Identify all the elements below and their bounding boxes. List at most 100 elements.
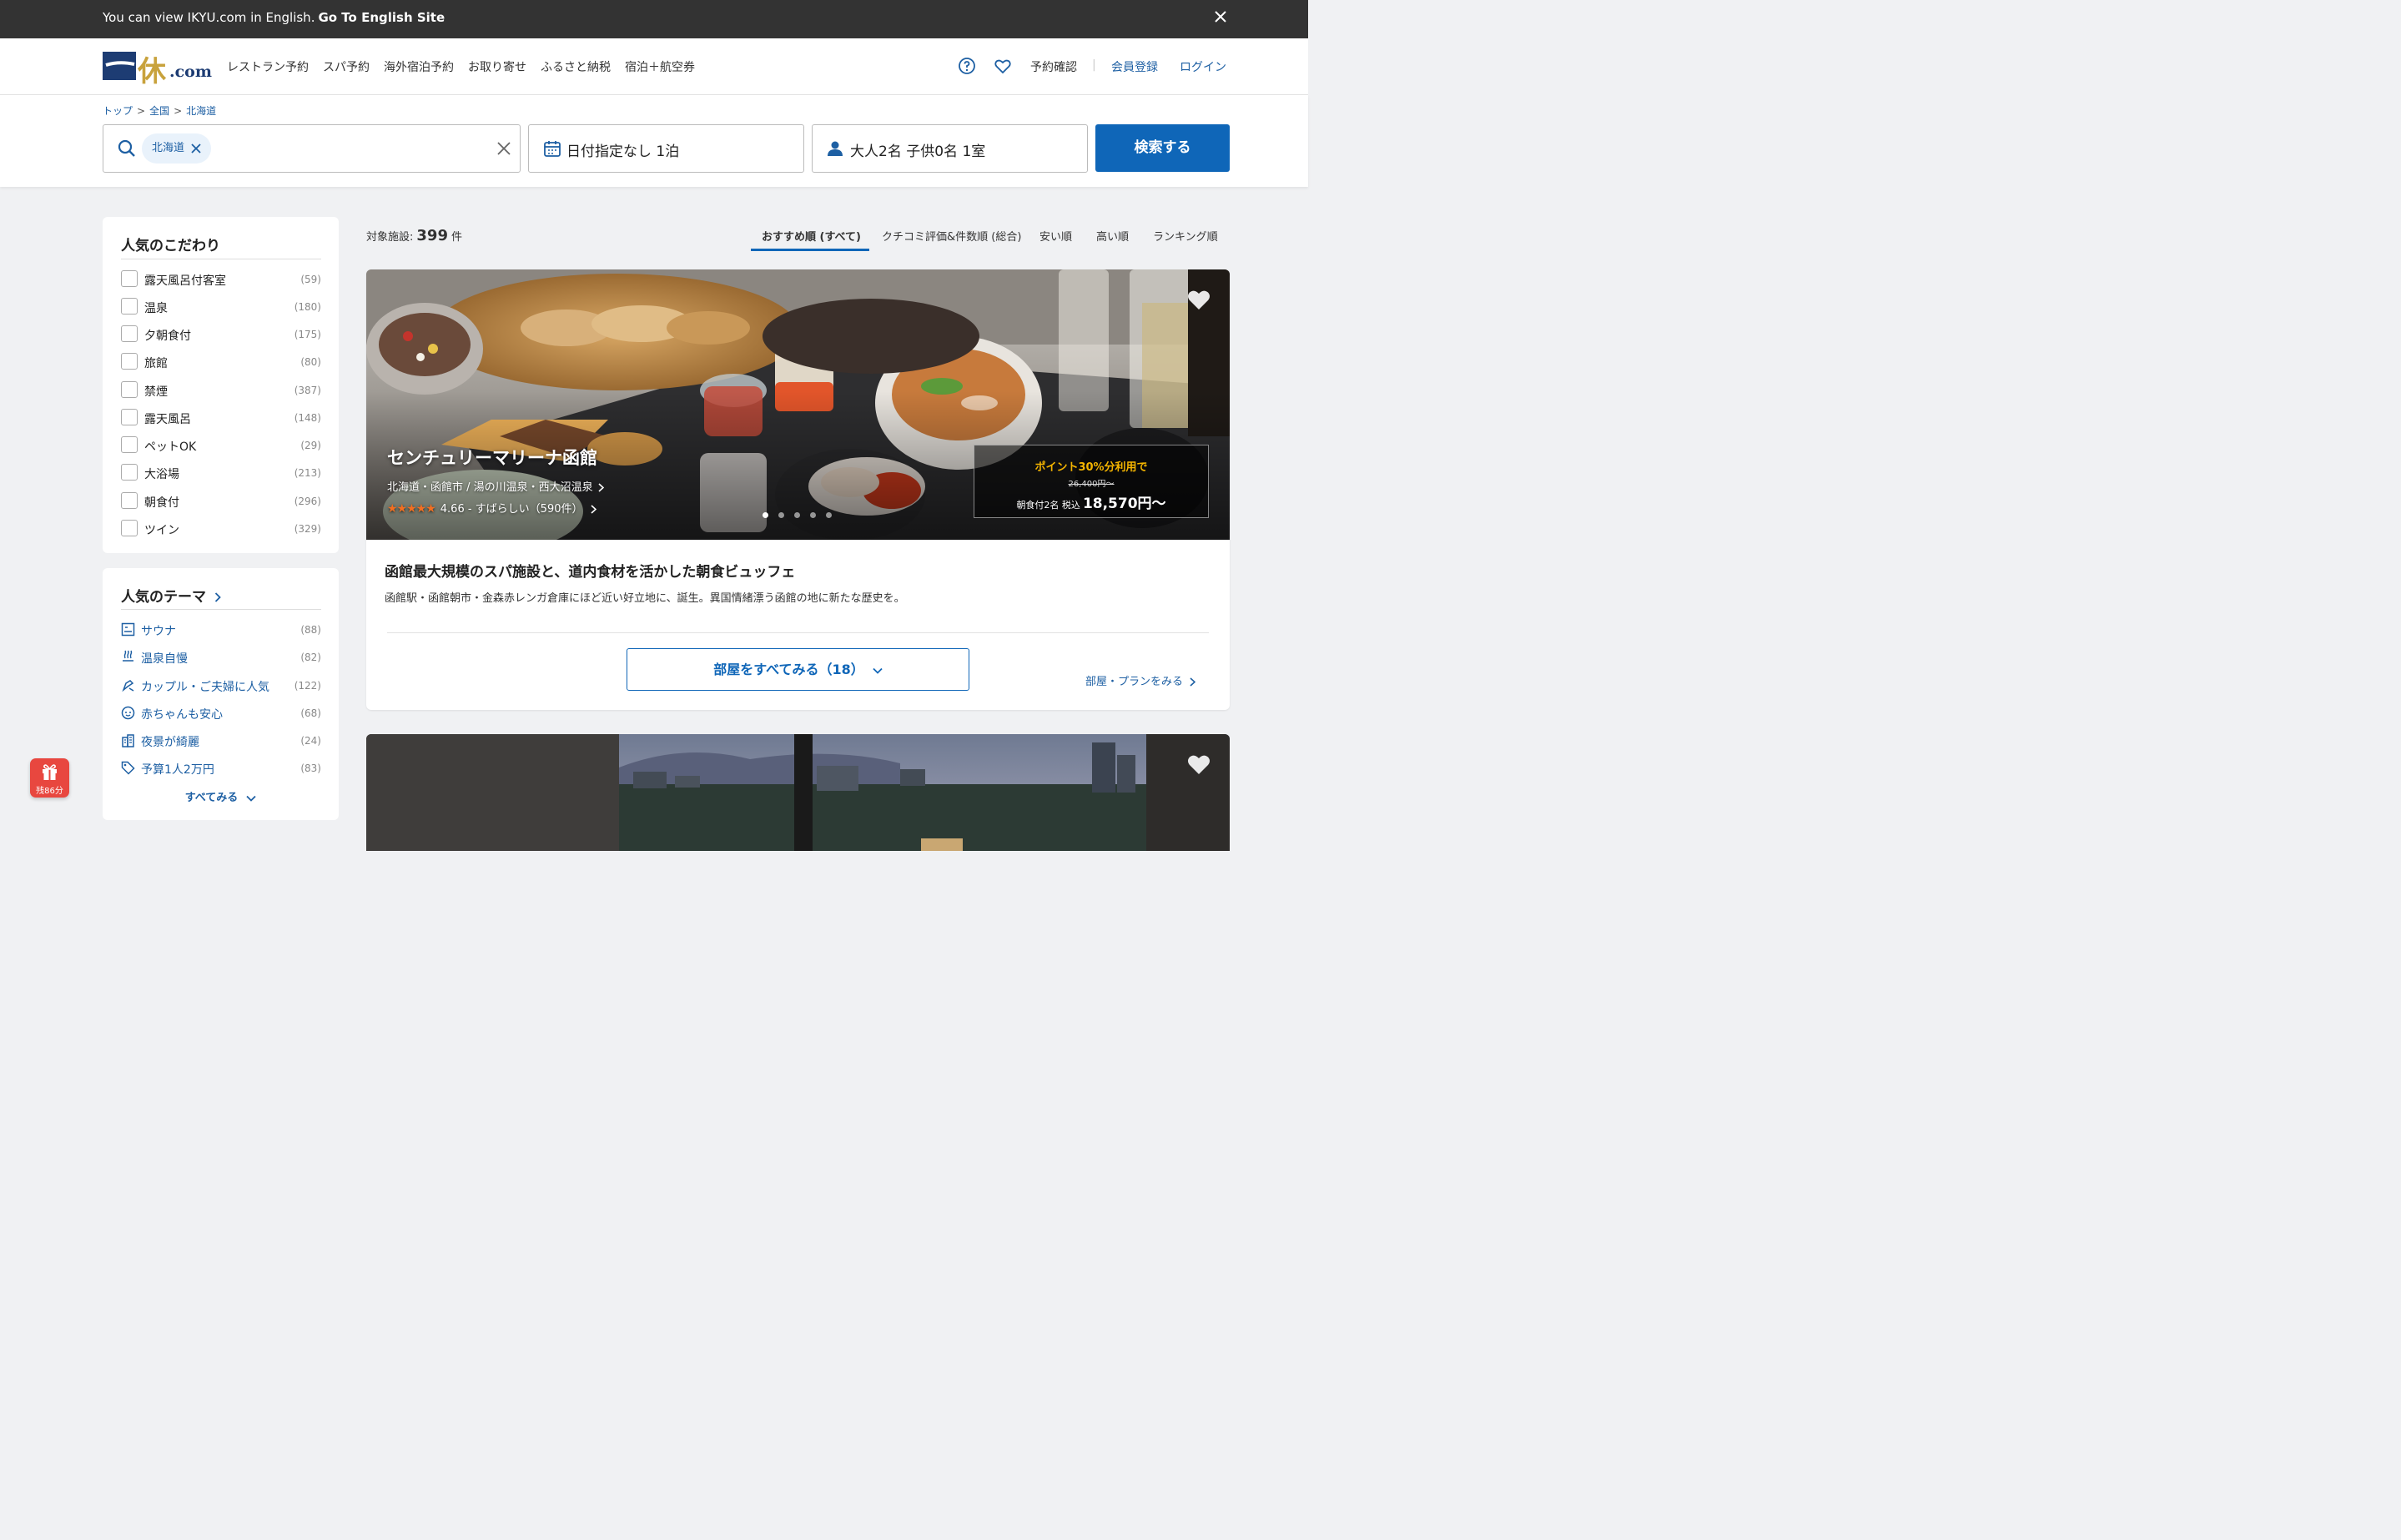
breadcrumb-top[interactable]: トップ xyxy=(103,105,133,117)
checkbox[interactable] xyxy=(121,325,138,342)
breadcrumb-separator: > xyxy=(174,105,183,117)
carousel-dot[interactable] xyxy=(810,512,816,518)
checkbox[interactable] xyxy=(121,436,138,453)
nav-otoriyose[interactable]: お取り寄せ xyxy=(468,61,526,74)
hotel-photo[interactable]: センチュリーマリーナ函館 北海道・函館市 / 湯の川温泉・西大沼温泉 ★★★★★… xyxy=(366,269,1230,540)
sort-reviews[interactable]: クチコミ評価&件数順 (総合) xyxy=(882,228,1021,244)
hotel-location[interactable]: 北海道・函館市 / 湯の川温泉・西大沼温泉 xyxy=(387,478,604,494)
hotel-rating[interactable]: ★★★★★ 4.66 - すばらしい（590件） xyxy=(387,500,597,516)
nav-spa[interactable]: スパ予約 xyxy=(323,61,370,74)
filter-item[interactable]: 露天風呂 (148) xyxy=(121,409,321,427)
theme-item[interactable]: カップル・ご夫婦に人気 (122) xyxy=(121,677,321,695)
current-price: 朝食付2名 税込 18,570円〜 xyxy=(974,491,1208,512)
checkbox[interactable] xyxy=(121,520,138,536)
logo-com: .com xyxy=(169,63,212,81)
checkbox[interactable] xyxy=(121,464,138,481)
price-box[interactable]: ポイント30%分利用で 26,400円〜 朝食付2名 税込 18,570円〜 xyxy=(974,445,1209,518)
theme-item[interactable]: サウナ (88) xyxy=(121,621,321,639)
nav-restaurant[interactable]: レストラン予約 xyxy=(227,61,309,74)
sort-highest[interactable]: 高い順 xyxy=(1096,228,1129,244)
hotel-location-text: 北海道・函館市 / 湯の川温泉・西大沼温泉 xyxy=(387,481,593,494)
view-all-rooms-label: 部屋をすべてみる（18） xyxy=(713,662,864,677)
hotel-name[interactable]: センチュリーマリーナ函館 xyxy=(387,445,597,470)
filter-count: (213) xyxy=(294,467,321,479)
checkbox[interactable] xyxy=(121,270,138,287)
carousel-dot[interactable] xyxy=(778,512,784,518)
theme-item[interactable]: 赤ちゃんも安心 (68) xyxy=(121,704,321,722)
sort-recommended[interactable]: おすすめ順 (すべて) xyxy=(762,228,861,244)
view-plans-link[interactable]: 部屋・プランをみる xyxy=(1085,672,1196,688)
theme-item[interactable]: 予算1人2万円 (83) xyxy=(121,759,321,778)
checkbox[interactable] xyxy=(121,409,138,425)
favorite-heart-icon[interactable] xyxy=(994,57,1012,75)
favorite-heart-icon[interactable] xyxy=(1186,752,1211,776)
carousel-dot[interactable] xyxy=(794,512,800,518)
register-link[interactable]: 会員登録 xyxy=(1111,58,1158,75)
sauna-icon xyxy=(121,622,135,637)
couple-icon xyxy=(122,680,134,692)
filter-item[interactable]: 温泉 (180) xyxy=(121,298,321,316)
chevron-right-icon xyxy=(598,483,604,492)
carousel-dot[interactable] xyxy=(763,512,768,518)
view-all-rooms-button[interactable]: 部屋をすべてみる（18） xyxy=(627,648,969,691)
ikyu-logo[interactable]: 休 .com xyxy=(103,52,212,88)
theme-panel-title[interactable]: 人気のテーマ xyxy=(121,585,221,606)
location-search-input[interactable]: 北海道 xyxy=(103,124,521,173)
help-icon[interactable] xyxy=(958,57,976,75)
breadcrumb-hokkaido[interactable]: 北海道 xyxy=(186,105,216,117)
filter-label: 露天風呂付客室 xyxy=(144,274,226,288)
price-tag-icon xyxy=(121,761,135,775)
checkbox[interactable] xyxy=(121,492,138,509)
breadcrumb-all[interactable]: 全国 xyxy=(149,105,169,117)
theme-item[interactable]: 夜景が綺麗 (24) xyxy=(121,732,321,750)
hot-spring-icon xyxy=(123,650,133,662)
theme-label: 予算1人2万円 xyxy=(141,763,214,777)
theme-label: 赤ちゃんも安心 xyxy=(141,708,223,722)
reservation-check-link[interactable]: 予約確認 xyxy=(1030,58,1077,75)
theme-item[interactable]: 温泉自慢 (82) xyxy=(121,648,321,667)
theme-count: (83) xyxy=(300,762,321,774)
filter-item[interactable]: 大浴場 (213) xyxy=(121,464,321,482)
filter-item[interactable]: 夕朝食付 (175) xyxy=(121,325,321,344)
filter-item[interactable]: ツイン (329) xyxy=(121,520,321,538)
english-site-link[interactable]: Go To English Site xyxy=(318,10,445,25)
filter-label: 温泉 xyxy=(144,302,168,315)
sort-ranking[interactable]: ランキング順 xyxy=(1153,228,1218,244)
nav-flight-hotel[interactable]: 宿泊＋航空券 xyxy=(625,61,695,74)
nav-furusato[interactable]: ふるさと納税 xyxy=(541,61,611,74)
view-plans-label: 部屋・プランをみる xyxy=(1085,676,1184,688)
filter-item[interactable]: 朝食付 (296) xyxy=(121,492,321,511)
gift-timer-button[interactable]: 残86分 xyxy=(30,758,69,798)
checkbox[interactable] xyxy=(121,381,138,398)
hotel-card[interactable] xyxy=(366,734,1230,851)
result-count-unit: 件 xyxy=(451,231,462,244)
location-chip[interactable]: 北海道 xyxy=(142,133,212,164)
banner-message: You can view IKYU.com in English. Go To E… xyxy=(103,10,445,25)
filter-label: ツイン xyxy=(144,524,179,537)
close-icon[interactable] xyxy=(1211,8,1230,26)
theme-panel: 人気のテーマ サウナ (88) 温泉自慢 (82) カップル・ご夫婦に人気 (122)… xyxy=(103,568,339,820)
theme-panel-title-text: 人気のテーマ xyxy=(121,589,206,606)
date-field[interactable]: 日付指定なし 1泊 xyxy=(528,124,804,173)
login-link[interactable]: ログイン xyxy=(1180,58,1226,75)
clear-icon[interactable] xyxy=(497,142,511,155)
breadcrumb-separator: > xyxy=(137,105,146,117)
hotel-card[interactable]: センチュリーマリーナ函館 北海道・函館市 / 湯の川温泉・西大沼温泉 ★★★★★… xyxy=(366,269,1230,710)
sort-cheapest[interactable]: 安い順 xyxy=(1039,228,1072,244)
filter-item[interactable]: 旅館 (80) xyxy=(121,353,321,371)
filter-item[interactable]: 露天風呂付客室 (59) xyxy=(121,270,321,289)
filter-item[interactable]: 禁煙 (387) xyxy=(121,381,321,400)
chip-remove-icon[interactable] xyxy=(191,143,201,153)
search-button[interactable]: 検索する xyxy=(1095,124,1230,172)
nav-overseas[interactable]: 海外宿泊予約 xyxy=(384,61,454,74)
see-all-themes-link[interactable]: すべてみる xyxy=(103,788,339,804)
carousel-dot[interactable] xyxy=(826,512,832,518)
filter-label: 夕朝食付 xyxy=(144,330,191,343)
favorite-heart-icon[interactable] xyxy=(1186,288,1211,311)
filter-item[interactable]: ペットOK (29) xyxy=(121,436,321,455)
checkbox[interactable] xyxy=(121,298,138,315)
guests-field[interactable]: 大人2名 子供0名 1室 xyxy=(812,124,1088,173)
logo-kanji: 休 xyxy=(138,55,166,88)
checkbox[interactable] xyxy=(121,353,138,370)
theme-label: 夜景が綺麗 xyxy=(141,736,199,749)
